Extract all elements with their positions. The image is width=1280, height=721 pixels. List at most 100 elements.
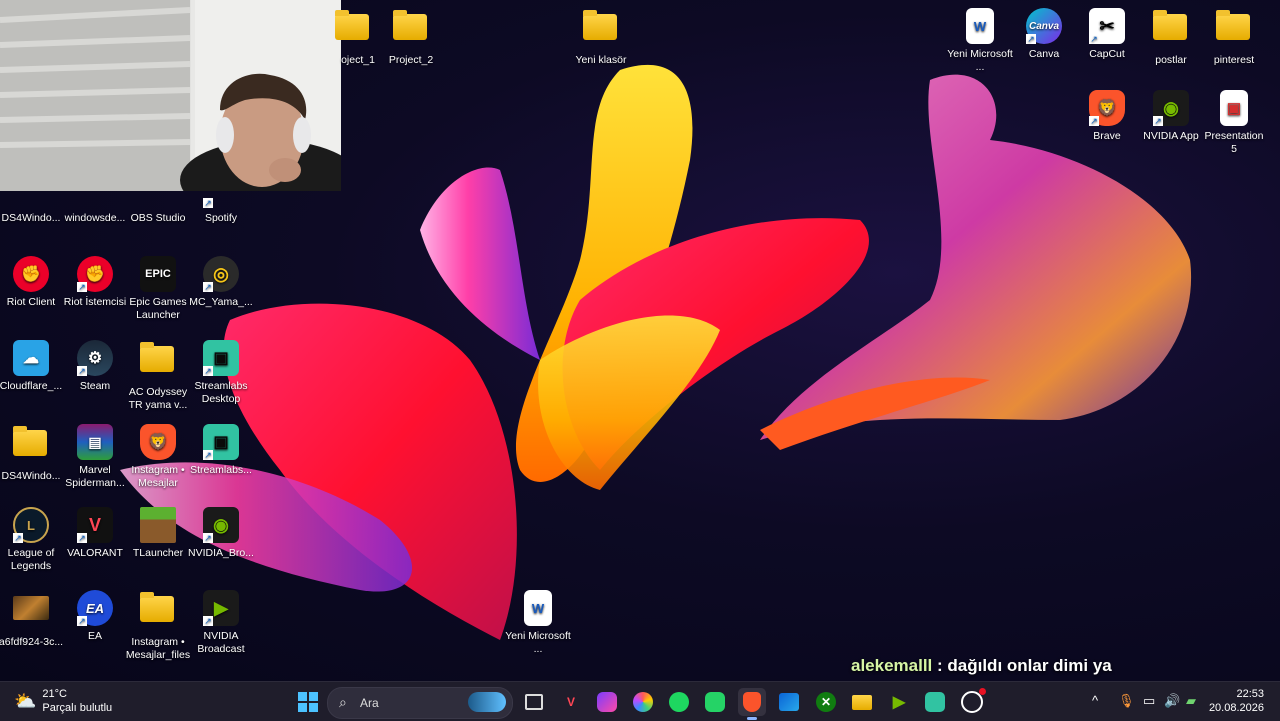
taskbar-app-streamlabs[interactable] — [921, 688, 949, 716]
brave-lion-icon: 🦁 ↗ — [1089, 90, 1125, 126]
webcam-person-illustration — [0, 0, 341, 191]
desktop-icon-nvidia-broadcast[interactable]: ▶ ↗ NVIDIA Broadcast — [188, 590, 254, 656]
desktop-icon-obs-studio[interactable]: OBS Studio — [125, 188, 191, 225]
riot-fist-icon: ✊ — [13, 256, 49, 292]
clock-date: 20.08.2026 — [1208, 702, 1264, 714]
task-view-icon — [525, 694, 543, 710]
nvidia-icon: ◉ ↗ — [1153, 90, 1189, 126]
taskbar-app-copilot[interactable] — [629, 688, 657, 716]
streamlabs-icon: ▣ ↗ — [203, 340, 239, 376]
messenger-icon — [597, 692, 617, 712]
pdf-document-icon: ▣ — [1216, 90, 1252, 126]
obs-icon — [140, 188, 176, 208]
desktop-icon-riot-client[interactable]: ✊ Riot Client — [0, 256, 64, 309]
ea-icon: EA ↗ — [77, 590, 113, 626]
taskbar-app-nvidia-broadcast[interactable]: ▶ — [885, 688, 913, 716]
taskbar-app-xbox[interactable]: ✕ — [812, 688, 840, 716]
desktop-icon-windowsdefender[interactable]: windowsde... — [62, 188, 128, 225]
desktop-icon-word-document-bottom[interactable]: W Yeni Microsoft ... — [505, 590, 571, 656]
weather-temperature: 21°C — [42, 688, 67, 700]
windows-logo-icon — [298, 692, 318, 712]
cloudflare-icon: ☁ — [13, 340, 49, 376]
desktop-icon-valorant[interactable]: V ↗ VALORANT — [62, 507, 128, 560]
desktop-icon-yeni-klasor[interactable]: Yeni klasör — [568, 8, 634, 67]
winrar-icon: ▤ — [77, 424, 113, 460]
volume-icon[interactable]: 🔊 — [1164, 693, 1180, 709]
taskbar-clock[interactable]: 22:53 20.08.2026 — [1209, 687, 1264, 715]
desktop-icon-tlauncher[interactable]: TLauncher — [125, 507, 191, 560]
desktop-icon-steam[interactable]: ⚙ ↗ Steam — [62, 340, 128, 393]
desktop-icon-spotify[interactable]: ↗ Spotify — [188, 188, 254, 225]
desktop-icon-ds4windows-2[interactable]: DS4Windo... — [0, 424, 64, 483]
spotify-icon — [669, 692, 689, 712]
task-view-button[interactable] — [520, 688, 548, 716]
folder-icon — [140, 342, 176, 382]
desktop-icon-capcut[interactable]: ✂ ↗ CapCut — [1074, 8, 1140, 61]
desktop-icon-streamlabs-desktop[interactable]: ▣ ↗ Streamlabs Desktop — [188, 340, 254, 406]
folder-icon — [393, 10, 429, 50]
search-icon: ⌕ — [339, 694, 347, 710]
capcut-icon: ✂ ↗ — [1089, 8, 1125, 44]
desktop-icon-ea[interactable]: EA ↗ EA — [62, 590, 128, 643]
folder-icon — [335, 10, 371, 50]
taskbar-app-brave[interactable] — [738, 688, 766, 720]
disc-icon — [77, 188, 113, 208]
microphone-icon[interactable]: 🎙 — [1118, 693, 1135, 709]
taskbar-app-outlook[interactable] — [775, 688, 803, 716]
taskbar-app-obs[interactable] — [958, 688, 986, 716]
desktop: oject_1 Project_2 Yeni klasör W Yeni Mic… — [0, 0, 1280, 681]
desktop-icon-instagram-mesajlar[interactable]: 🦁 Instagram • Mesajlar — [125, 424, 191, 490]
desktop-icon-postlar[interactable]: postlar — [1138, 8, 1204, 67]
epic-games-icon: EPIC — [140, 256, 176, 292]
desktop-icon-ds4windows-1[interactable]: DS4Windo... — [0, 188, 64, 225]
desktop-icon-presentation-5[interactable]: ▣ Presentation 5 — [1201, 90, 1267, 156]
desktop-icon-instagram-files[interactable]: Instagram • Mesajlar_files — [125, 590, 191, 662]
desktop-icon-streamlabs[interactable]: ▣ ↗ Streamlabs... — [188, 424, 254, 477]
obs-icon — [961, 688, 986, 713]
desktop-icon-brave[interactable]: 🦁 ↗ Brave — [1074, 90, 1140, 143]
desktop-icon-ac-odyssey[interactable]: AC Odyssey TR yama v... — [125, 340, 191, 412]
whatsapp-icon — [705, 692, 725, 712]
network-icon[interactable]: ▭ — [1143, 693, 1155, 709]
taskbar-app-spotify[interactable] — [665, 688, 693, 716]
desktop-icon-project-2[interactable]: Project_2 — [378, 8, 444, 67]
start-button[interactable] — [294, 688, 322, 716]
taskbar-app-messenger[interactable] — [593, 688, 621, 716]
battery-charging-icon[interactable]: ▰ — [1186, 693, 1196, 709]
chat-message-text: : dağıldı onlar dimi ya — [932, 656, 1112, 675]
folder-icon — [13, 188, 49, 208]
desktop-icon-nvidia-bro[interactable]: ◉ ↗ NVIDIA_Bro... — [188, 507, 254, 560]
desktop-icon-pinterest[interactable]: pinterest — [1201, 8, 1267, 67]
desktop-icon-epic-games[interactable]: EPIC Epic Games Launcher — [125, 256, 191, 322]
taskbar-app-file-explorer[interactable] — [848, 688, 876, 716]
league-of-legends-icon: L ↗ — [13, 507, 49, 543]
brave-lion-icon: 🦁 — [140, 424, 176, 460]
desktop-icon-cloudflare[interactable]: ☁ Cloudflare_... — [0, 340, 64, 393]
weather-widget[interactable]: ⛅ 21°C Parçalı bulutlu — [14, 687, 112, 715]
desktop-icon-marvel-spiderman[interactable]: ▤ Marvel Spiderman... — [62, 424, 128, 490]
streamlabs-icon — [925, 692, 945, 712]
folder-icon — [140, 592, 176, 632]
show-hidden-icons-chevron-icon[interactable]: ^ — [1092, 693, 1098, 708]
desktop-icon-canva[interactable]: Canva ↗ Canva — [1011, 8, 1077, 61]
folder-icon — [583, 10, 619, 50]
minecraft-grass-block-icon — [140, 507, 176, 543]
taskbar: ⛅ 21°C Parçalı bulutlu ⌕ Ara V ✕ ▶ ^ 🎙 ▭… — [0, 681, 1280, 721]
desktop-icon-league-of-legends[interactable]: L ↗ League of Legends — [0, 507, 64, 573]
taskbar-app-whatsapp[interactable] — [701, 688, 729, 716]
desktop-icon-a6fdf924[interactable]: a6fdf924-3c... — [0, 590, 64, 649]
weather-description: Parçalı bulutlu — [42, 702, 113, 714]
desktop-icon-project-1[interactable]: oject_1 — [320, 8, 386, 67]
clock-time: 22:53 — [1236, 688, 1264, 700]
desktop-icon-word-document-top[interactable]: W Yeni Microsoft ... — [947, 8, 1013, 74]
chat-username: alekemalll — [851, 656, 933, 675]
partly-cloudy-icon: ⛅ — [14, 691, 37, 711]
desktop-icon-nvidia-app[interactable]: ◉ ↗ NVIDIA App — [1138, 90, 1204, 143]
taskbar-search-box[interactable]: ⌕ Ara — [327, 687, 513, 719]
desktop-icon-riot-istemcisi[interactable]: ✊ ↗ Riot İstemcisi — [62, 256, 128, 309]
outlook-icon — [779, 693, 799, 711]
desktop-icon-mc-yama[interactable]: ◎ ↗ MC_Yama_... — [188, 256, 254, 309]
taskbar-app-valorant[interactable]: V — [557, 688, 585, 716]
word-document-icon: W — [520, 590, 556, 626]
file-explorer-icon — [852, 694, 872, 710]
